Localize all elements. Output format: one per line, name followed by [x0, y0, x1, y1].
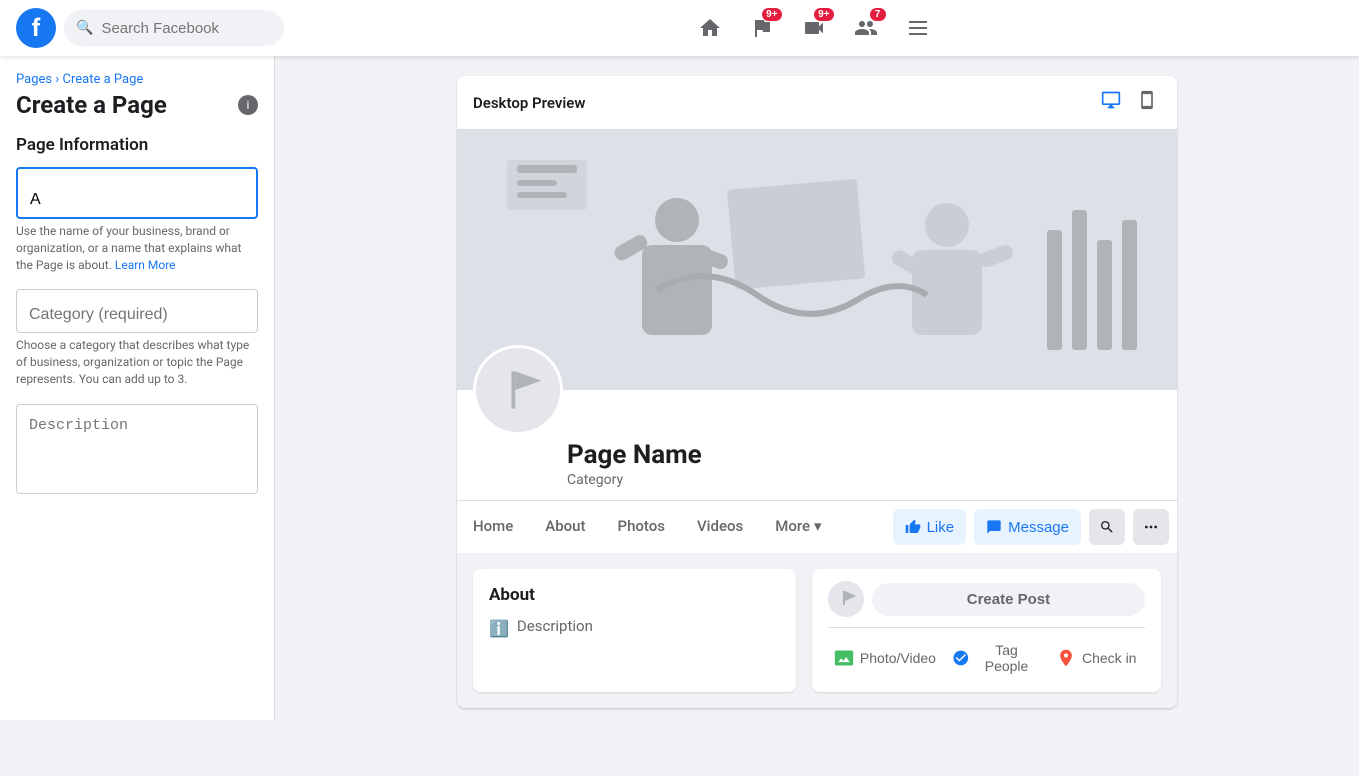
nav-people-button[interactable]: 7: [842, 4, 890, 52]
tab-about[interactable]: About: [529, 505, 601, 550]
video-badge: 9+: [814, 8, 833, 21]
about-title: About: [489, 585, 780, 605]
topnav: f 🔍 9+ 9+ 7: [0, 0, 1359, 56]
post-avatar: [828, 581, 864, 617]
profile-info: Page Name Category: [457, 390, 1177, 488]
post-actions: Photo/Video Tag People Check in: [828, 627, 1145, 680]
preview-title: Desktop Preview: [473, 94, 585, 112]
tab-more[interactable]: More ▾: [759, 505, 837, 550]
info-icon[interactable]: i: [238, 95, 258, 115]
create-post-button[interactable]: Create Post: [872, 583, 1145, 616]
profile-section: Page Name Category Home About Photos Vid…: [457, 390, 1177, 553]
photo-video-button[interactable]: Photo/Video: [828, 636, 942, 680]
about-card: About ℹ️ Description: [473, 569, 796, 692]
create-post-card: Create Post Photo/Video Tag People: [812, 569, 1161, 692]
page-name-input[interactable]: [16, 167, 258, 219]
section-title: Page Information: [16, 135, 258, 155]
check-in-label: Check in: [1082, 650, 1136, 666]
description-group: [16, 404, 258, 498]
more-options-button[interactable]: [1133, 509, 1169, 545]
tab-home[interactable]: Home: [457, 505, 529, 550]
nav-center: 9+ 9+ 7: [284, 4, 1343, 52]
desktop-preview-btn[interactable]: [1097, 86, 1125, 119]
facebook-logo[interactable]: f: [16, 8, 56, 48]
breadcrumb-current: Create a Page: [62, 72, 143, 87]
people-badge: 7: [870, 8, 886, 21]
description-input[interactable]: [16, 404, 258, 494]
page-name-hint: Use the name of your business, brand or …: [16, 223, 258, 273]
category-wrapper: [16, 289, 258, 333]
search-page-button[interactable]: [1089, 509, 1125, 545]
search-input[interactable]: [101, 20, 261, 37]
tab-photos[interactable]: Photos: [602, 505, 681, 550]
main-content: Desktop Preview: [275, 56, 1359, 728]
message-button[interactable]: Message: [974, 509, 1081, 545]
photo-video-label: Photo/Video: [860, 650, 936, 666]
category-hint: Choose a category that describes what ty…: [16, 337, 258, 387]
breadcrumb: Pages › Create a Page: [16, 72, 258, 87]
search-bar: 🔍: [64, 10, 284, 46]
left-panel: Pages › Create a Page Create a Page i Pa…: [0, 56, 275, 720]
nav-menu-button[interactable]: [894, 4, 942, 52]
post-area: Create Post Photo/Video Tag People: [812, 569, 1161, 692]
category-input[interactable]: [16, 289, 258, 333]
learn-more-link[interactable]: Learn More: [115, 258, 176, 272]
nav-flag-button[interactable]: 9+: [738, 4, 786, 52]
nav-home-button[interactable]: [686, 4, 734, 52]
cover-photo: [457, 130, 1177, 390]
category-group: Choose a category that describes what ty…: [16, 289, 258, 387]
preview-icons: [1097, 86, 1161, 119]
like-button[interactable]: Like: [893, 509, 967, 545]
page-title: Create a Page: [16, 91, 167, 119]
profile-name: Page Name: [567, 440, 1177, 470]
about-description-text: Description: [517, 617, 593, 635]
tab-actions: Like Message: [885, 501, 1177, 553]
preview-header: Desktop Preview: [457, 76, 1177, 130]
page-name-wrapper: Page name (required): [16, 167, 258, 219]
profile-avatar: [473, 345, 563, 435]
tag-people-button[interactable]: Tag People: [946, 636, 1044, 680]
check-in-button[interactable]: Check in: [1047, 636, 1145, 680]
about-description-item: ℹ️ Description: [489, 617, 780, 638]
page-name-group: Page name (required) Use the name of you…: [16, 167, 258, 273]
profile-category: Category: [567, 472, 1177, 488]
preview-card: Desktop Preview: [457, 76, 1177, 708]
tab-videos[interactable]: Videos: [681, 505, 759, 550]
page-tabs: Home About Photos Videos More ▾ Like Mes…: [457, 500, 1177, 553]
info-circle-icon: ℹ️: [489, 619, 509, 638]
page-content: About ℹ️ Description: [457, 553, 1177, 708]
create-post-row: Create Post: [828, 581, 1145, 617]
breadcrumb-pages[interactable]: Pages: [16, 72, 52, 87]
tag-people-label: Tag People: [976, 642, 1038, 674]
flag-badge: 9+: [762, 8, 781, 21]
nav-video-button[interactable]: 9+: [790, 4, 838, 52]
search-icon: 🔍: [76, 20, 93, 36]
mobile-preview-btn[interactable]: [1133, 86, 1161, 119]
